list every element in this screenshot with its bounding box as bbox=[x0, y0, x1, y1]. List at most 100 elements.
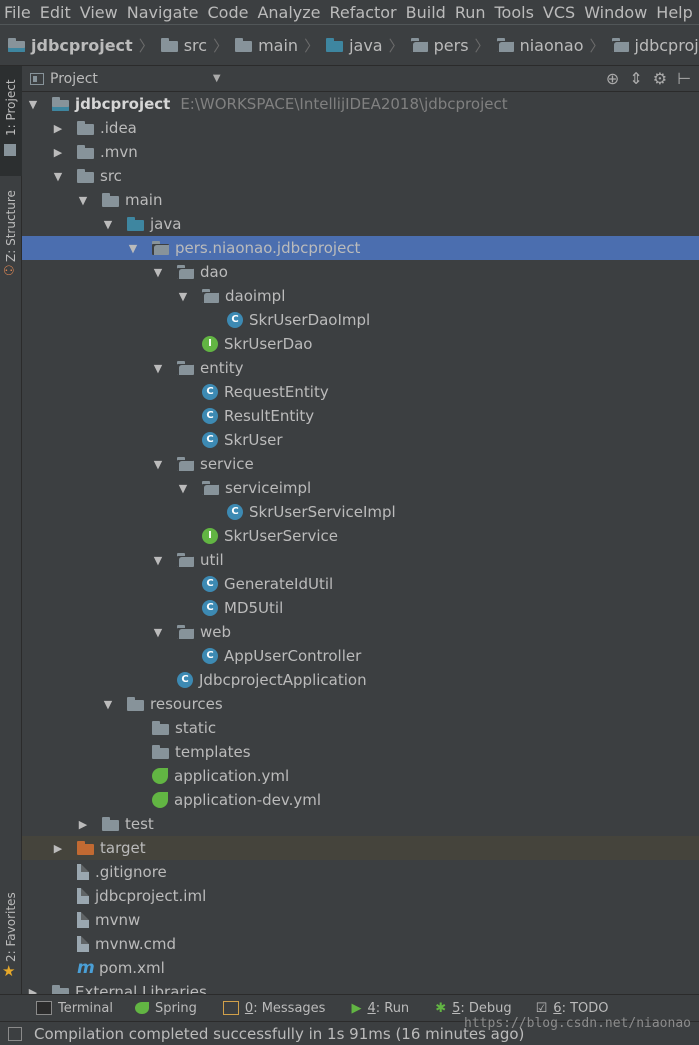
tree-item-file[interactable]: .gitignore bbox=[22, 860, 699, 884]
interface-icon: I bbox=[202, 528, 218, 544]
tree-item-file[interactable]: mvnw bbox=[22, 908, 699, 932]
tab-favorites[interactable]: 2: Favorites ★ bbox=[0, 884, 22, 984]
tree-item-static[interactable]: static bbox=[22, 716, 699, 740]
menu-run[interactable]: Run bbox=[451, 3, 491, 22]
tab-terminal[interactable]: Terminal bbox=[36, 1001, 113, 1016]
tree-item-interface[interactable]: I SkrUserService bbox=[22, 524, 699, 548]
tree-item-yml[interactable]: application-dev.yml bbox=[22, 788, 699, 812]
menu-refactor[interactable]: Refactor bbox=[326, 3, 402, 22]
tree-item-class[interactable]: C ResultEntity bbox=[22, 404, 699, 428]
tree-item-class[interactable]: C MD5Util bbox=[22, 596, 699, 620]
tree-item-root[interactable]: ▼ jdbcproject E:\WORKSPACE\IntellijIDEA2… bbox=[22, 92, 699, 116]
module-icon bbox=[52, 97, 69, 111]
tree-item-class[interactable]: C JdbcprojectApplication bbox=[22, 668, 699, 692]
spring-config-icon bbox=[152, 792, 168, 808]
tree-item-serviceimpl[interactable]: ▼ serviceimpl bbox=[22, 476, 699, 500]
menu-analyze[interactable]: Analyze bbox=[253, 3, 325, 22]
gear-icon[interactable]: ⚙ bbox=[653, 69, 667, 88]
tree-item-dao[interactable]: ▼ dao bbox=[22, 260, 699, 284]
menu-window[interactable]: Window bbox=[580, 3, 652, 22]
expand-arrow-icon[interactable]: ▼ bbox=[102, 218, 114, 231]
breadcrumb-item[interactable]: java bbox=[326, 36, 383, 55]
collapsed-arrow-icon[interactable]: ▶ bbox=[52, 842, 64, 855]
menu-code[interactable]: Code bbox=[204, 3, 254, 22]
menu-help[interactable]: Help bbox=[652, 3, 697, 22]
expand-arrow-icon[interactable]: ▼ bbox=[177, 482, 189, 495]
tree-item-test[interactable]: ▶ test bbox=[22, 812, 699, 836]
breadcrumb-item[interactable]: src bbox=[160, 36, 207, 55]
tree-item-class[interactable]: C RequestEntity bbox=[22, 380, 699, 404]
expand-arrow-icon[interactable]: ▼ bbox=[152, 266, 164, 279]
collapsed-arrow-icon[interactable]: ▶ bbox=[52, 146, 64, 159]
tab-messages[interactable]: 0: Messages bbox=[222, 1001, 325, 1016]
tree-item-class[interactable]: C GenerateIdUtil bbox=[22, 572, 699, 596]
expand-arrow-icon[interactable]: ▼ bbox=[152, 554, 164, 567]
tree-item-java[interactable]: ▼ java bbox=[22, 212, 699, 236]
menu-bar: File Edit View Navigate Code Analyze Ref… bbox=[0, 0, 699, 24]
breadcrumb-item[interactable]: pers bbox=[410, 36, 469, 55]
collapse-all-icon[interactable]: ⇕ bbox=[629, 69, 642, 88]
menu-tools[interactable]: Tools bbox=[491, 3, 539, 22]
tree-item-pom[interactable]: m pom.xml bbox=[22, 956, 699, 980]
tree-item-daoimpl[interactable]: ▼ daoimpl bbox=[22, 284, 699, 308]
expand-arrow-icon[interactable]: ▼ bbox=[52, 170, 64, 183]
menu-navigate[interactable]: Navigate bbox=[123, 3, 204, 22]
expand-arrow-icon[interactable]: ▼ bbox=[77, 194, 89, 207]
tree-item-class[interactable]: C SkrUser bbox=[22, 428, 699, 452]
tree-item-external-libraries[interactable]: ▶ External Libraries bbox=[22, 980, 699, 994]
tree-item-idea[interactable]: ▶ .idea bbox=[22, 116, 699, 140]
menu-view[interactable]: View bbox=[76, 3, 123, 22]
menu-file[interactable]: File bbox=[0, 3, 36, 22]
spring-boot-class-icon: C bbox=[177, 672, 193, 688]
menu-build[interactable]: Build bbox=[402, 3, 451, 22]
expand-arrow-icon[interactable]: ▼ bbox=[152, 458, 164, 471]
tab-debug[interactable]: ✱ 5: Debug bbox=[435, 1001, 511, 1016]
tree-item-entity[interactable]: ▼ entity bbox=[22, 356, 699, 380]
debug-icon: ✱ bbox=[435, 1000, 447, 1016]
tree-item-mvn[interactable]: ▶ .mvn bbox=[22, 140, 699, 164]
tree-item-class[interactable]: C SkrUserDaoImpl bbox=[22, 308, 699, 332]
breadcrumb-item[interactable]: jdbcproject bbox=[611, 36, 699, 55]
locate-icon[interactable]: ⊕ bbox=[606, 69, 619, 88]
expand-arrow-icon[interactable]: ▼ bbox=[177, 290, 189, 303]
expand-arrow-icon[interactable]: ▼ bbox=[152, 362, 164, 375]
expand-arrow-icon[interactable]: ▼ bbox=[27, 98, 39, 111]
tab-spring[interactable]: Spring bbox=[134, 1001, 197, 1016]
expand-arrow-icon[interactable]: ▼ bbox=[127, 242, 139, 255]
tree-item-interface[interactable]: I SkrUserDao bbox=[22, 332, 699, 356]
expand-arrow-icon[interactable]: ▼ bbox=[102, 698, 114, 711]
collapsed-arrow-icon[interactable]: ▶ bbox=[77, 818, 89, 831]
package-icon bbox=[410, 38, 428, 52]
tree-item-src[interactable]: ▼ src bbox=[22, 164, 699, 188]
tree-item-templates[interactable]: templates bbox=[22, 740, 699, 764]
tree-item-resources[interactable]: ▼ resources bbox=[22, 692, 699, 716]
tree-item-yml[interactable]: application.yml bbox=[22, 764, 699, 788]
chevron-down-icon[interactable]: ▼ bbox=[213, 73, 221, 84]
tab-structure[interactable]: Z: Structure ⚇ bbox=[0, 184, 22, 284]
breadcrumb-item[interactable]: niaonao bbox=[496, 36, 583, 55]
panel-view-selector[interactable]: Project bbox=[30, 71, 98, 87]
tree-item-package-root[interactable]: ▼ pers.niaonao.jdbcproject bbox=[22, 236, 699, 260]
breadcrumb-item[interactable]: main bbox=[235, 36, 298, 55]
tree-item-file[interactable]: mvnw.cmd bbox=[22, 932, 699, 956]
menu-vcs[interactable]: VCS bbox=[539, 3, 580, 22]
breadcrumb-item[interactable]: jdbcproject bbox=[8, 36, 133, 55]
tab-run[interactable]: ▶ 4: Run bbox=[351, 1001, 409, 1016]
tab-todo[interactable]: ☑ 6: TODO bbox=[536, 1001, 609, 1016]
tree-item-util[interactable]: ▼ util bbox=[22, 548, 699, 572]
collapsed-arrow-icon[interactable]: ▶ bbox=[27, 986, 39, 995]
tree-item-class[interactable]: C SkrUserServiceImpl bbox=[22, 500, 699, 524]
folder-icon bbox=[77, 121, 94, 135]
tree-item-main[interactable]: ▼ main bbox=[22, 188, 699, 212]
status-toggle-icon[interactable] bbox=[8, 1026, 22, 1041]
tree-item-class[interactable]: C AppUserController bbox=[22, 644, 699, 668]
expand-arrow-icon[interactable]: ▼ bbox=[152, 626, 164, 639]
tab-project[interactable]: 1: Project bbox=[0, 66, 22, 176]
hide-icon[interactable]: ⊢ bbox=[677, 69, 691, 88]
tree-item-web[interactable]: ▼ web bbox=[22, 620, 699, 644]
tree-item-target[interactable]: ▶ target bbox=[22, 836, 699, 860]
collapsed-arrow-icon[interactable]: ▶ bbox=[52, 122, 64, 135]
tree-item-file[interactable]: jdbcproject.iml bbox=[22, 884, 699, 908]
menu-edit[interactable]: Edit bbox=[36, 3, 76, 22]
tree-item-service[interactable]: ▼ service bbox=[22, 452, 699, 476]
